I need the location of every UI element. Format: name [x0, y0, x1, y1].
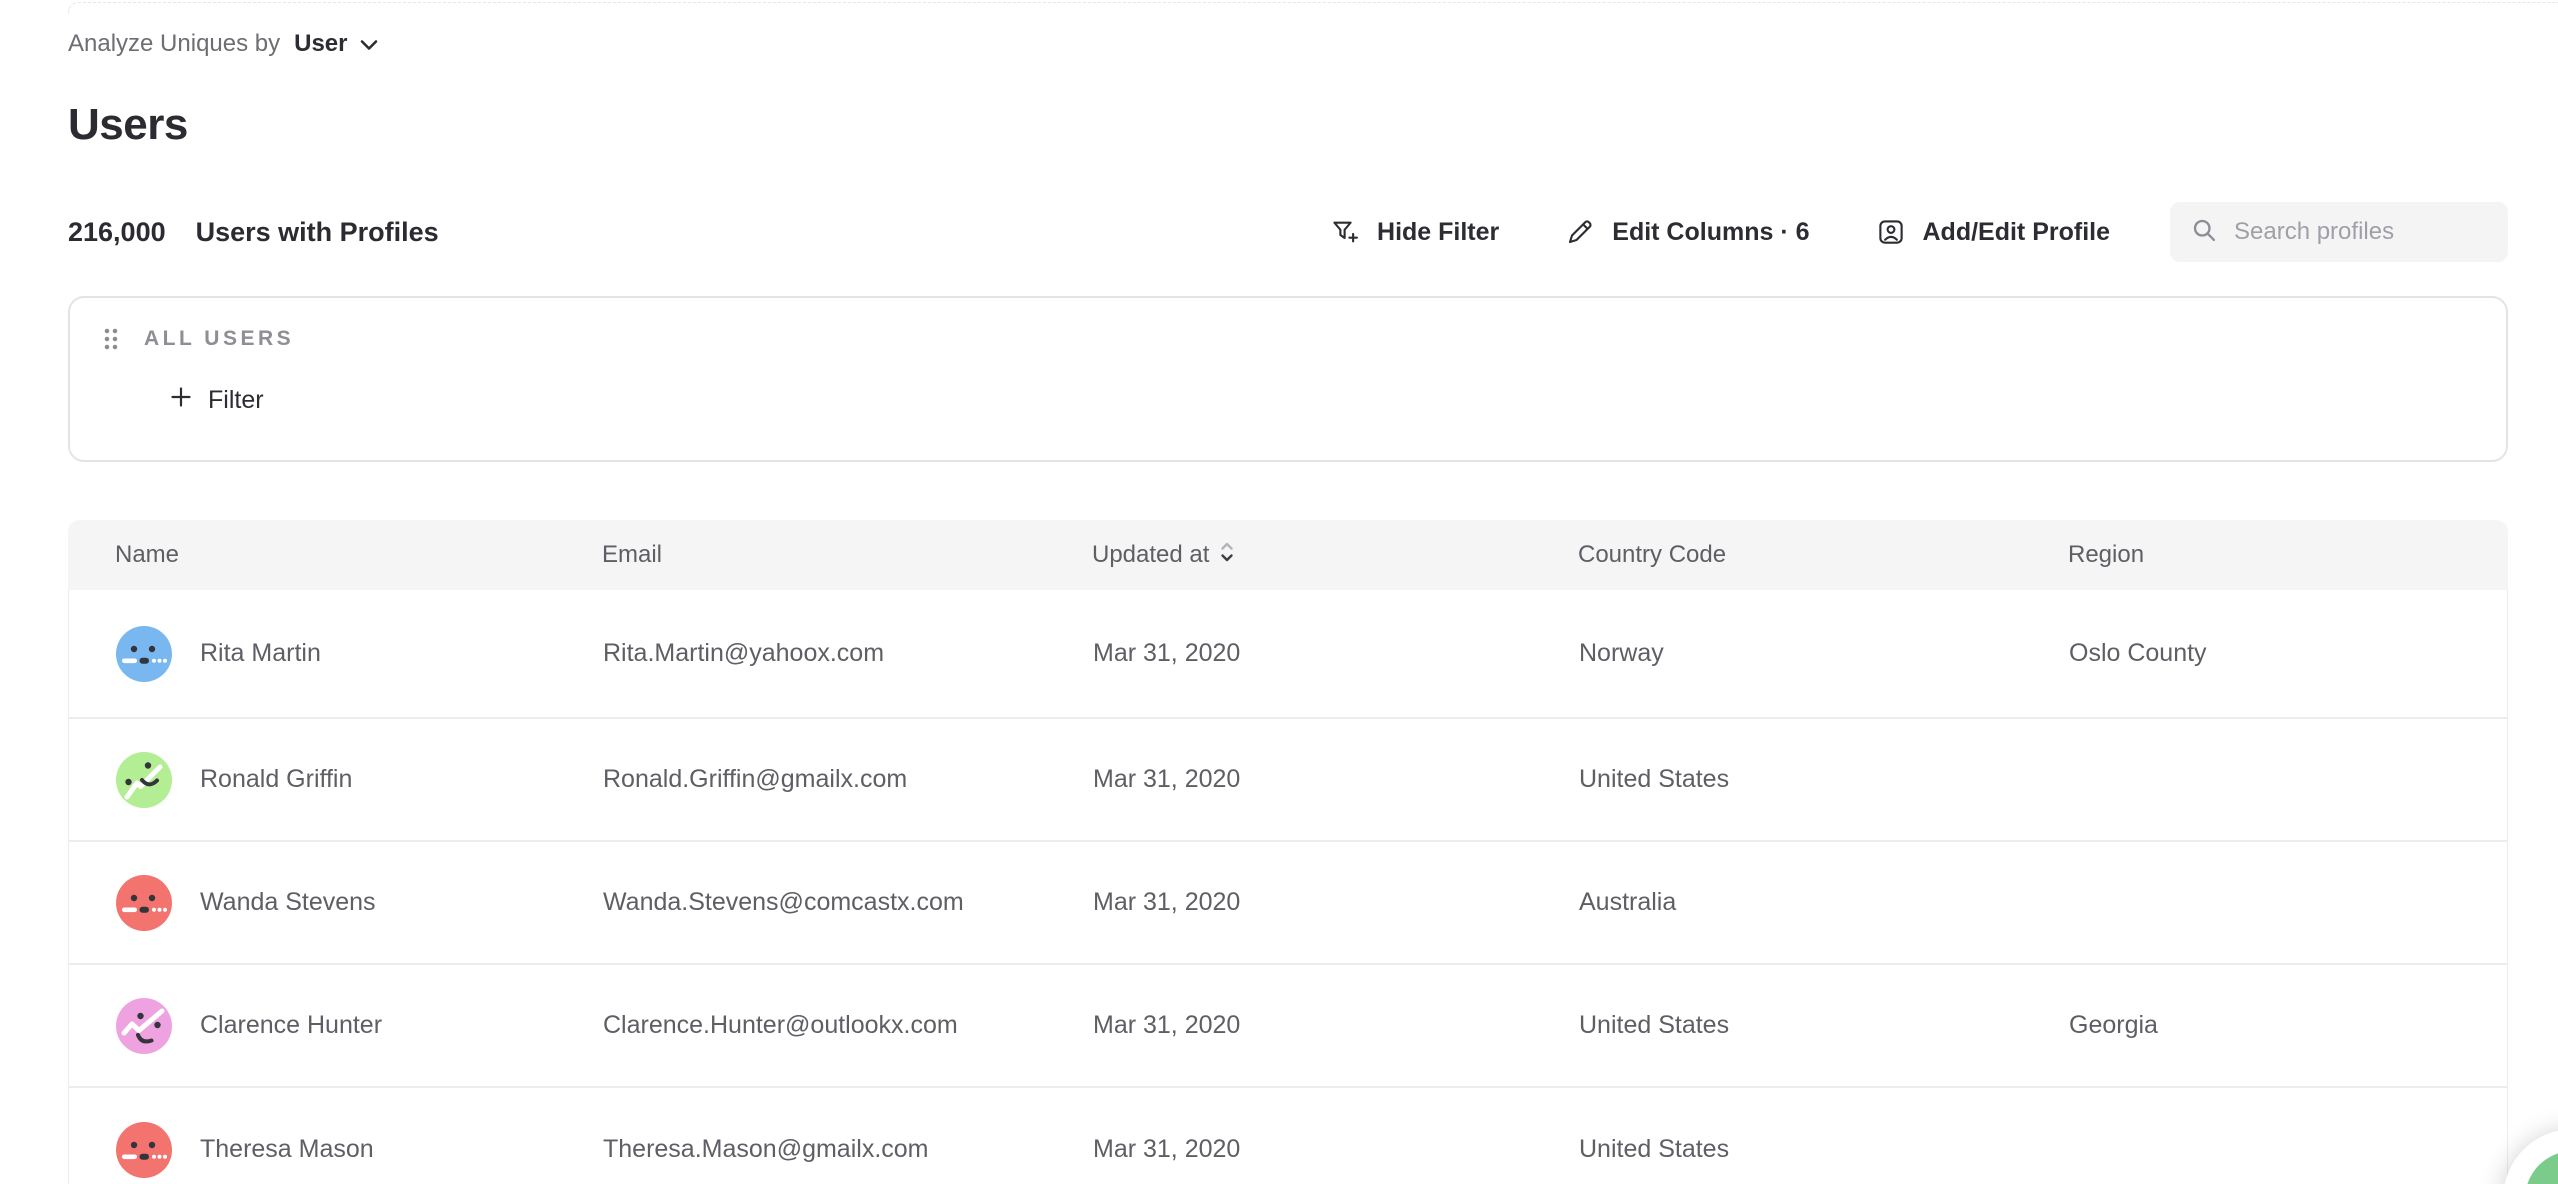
user-updated-at: Mar 31, 2020: [1093, 765, 1579, 794]
user-country-code: Norway: [1579, 639, 2069, 668]
plus-icon: [170, 386, 192, 415]
user-email: Rita.Martin@yahoox.com: [603, 639, 1093, 668]
user-updated-at: Mar 31, 2020: [1093, 888, 1579, 917]
toolbar: Hide Filter Edit Columns · 6: [1330, 202, 2508, 262]
user-name: Rita Martin: [200, 639, 321, 668]
edit-columns-button[interactable]: Edit Columns · 6: [1565, 217, 1809, 247]
user-name: Clarence Hunter: [200, 1011, 382, 1040]
column-header-country-code[interactable]: Country Code: [1578, 541, 2068, 569]
user-country-code: United States: [1579, 765, 2069, 794]
filter-group-label: ALL USERS: [144, 327, 294, 351]
user-country-code: United States: [1579, 1135, 2069, 1164]
drag-handle-icon[interactable]: [102, 326, 120, 352]
user-email: Theresa.Mason@gmailx.com: [603, 1135, 1093, 1164]
table-row[interactable]: Ronald Griffin Ronald.Griffin@gmailx.com…: [69, 719, 2507, 842]
profile-count-label: Users with Profiles: [196, 217, 439, 248]
add-edit-profile-button[interactable]: Add/Edit Profile: [1876, 217, 2111, 247]
user-avatar-zigzag-smile-icon: [116, 752, 172, 808]
top-divider: [68, 2, 2558, 14]
users-table: Name Email Updated at Country Code Regio…: [68, 520, 2508, 1184]
search-profiles-box[interactable]: [2170, 202, 2508, 262]
user-email: Clarence.Hunter@outlookx.com: [603, 1011, 1093, 1040]
column-header-region[interactable]: Region: [2068, 541, 2508, 569]
sort-icon: [1219, 540, 1235, 571]
user-email: Ronald.Griffin@gmailx.com: [603, 765, 1093, 794]
help-beacon-button[interactable]: [2503, 1129, 2558, 1184]
user-region: Oslo County: [2069, 639, 2507, 668]
stats-toolbar-row: 216,000 Users with Profiles Hide Filter: [68, 202, 2508, 262]
user-email: Wanda.Stevens@comcastx.com: [603, 888, 1093, 917]
search-profiles-input[interactable]: [2234, 218, 2544, 246]
table-row[interactable]: Wanda Stevens Wanda.Stevens@comcastx.com…: [69, 842, 2507, 965]
profile-count-value: 216,000: [68, 217, 166, 248]
name-cell: Theresa Mason: [116, 1122, 603, 1178]
user-region: Georgia: [2069, 1011, 2507, 1040]
name-cell: Rita Martin: [116, 626, 603, 682]
edit-columns-label: Edit Columns · 6: [1612, 218, 1809, 247]
user-avatar-neutral-face-icon: [116, 626, 172, 682]
add-edit-profile-label: Add/Edit Profile: [1923, 218, 2111, 247]
user-updated-at: Mar 31, 2020: [1093, 1135, 1579, 1164]
table-row[interactable]: Rita Martin Rita.Martin@yahoox.com Mar 3…: [69, 590, 2507, 719]
chevron-down-icon: [360, 30, 378, 58]
profile-count: 216,000 Users with Profiles: [68, 217, 439, 248]
name-cell: Clarence Hunter: [116, 998, 603, 1054]
users-page: Analyze Uniques by User Users 216,000 Us…: [0, 0, 2558, 1184]
table-header: Name Email Updated at Country Code Regio…: [68, 520, 2508, 590]
user-name: Theresa Mason: [200, 1135, 374, 1164]
analyze-uniques-label: Analyze Uniques by: [68, 30, 280, 58]
user-country-code: United States: [1579, 1011, 2069, 1040]
table-row[interactable]: Clarence Hunter Clarence.Hunter@outlookx…: [69, 965, 2507, 1088]
user-name: Ronald Griffin: [200, 765, 352, 794]
name-cell: Wanda Stevens: [116, 875, 603, 931]
column-header-name[interactable]: Name: [115, 541, 602, 569]
help-beacon-icon: [2525, 1151, 2558, 1184]
user-updated-at: Mar 31, 2020: [1093, 1011, 1579, 1040]
column-header-updated-at[interactable]: Updated at: [1092, 540, 1578, 571]
add-filter-button[interactable]: Filter: [170, 386, 264, 415]
user-country-code: Australia: [1579, 888, 2069, 917]
analyze-uniques-value: User: [294, 30, 347, 58]
user-avatar-neutral-face-icon: [116, 875, 172, 931]
analyze-uniques-dropdown[interactable]: User: [294, 30, 377, 58]
table-body: Rita Martin Rita.Martin@yahoox.com Mar 3…: [68, 590, 2508, 1184]
filter-group-row: ALL USERS: [102, 326, 2474, 352]
hide-filter-button[interactable]: Hide Filter: [1330, 217, 1499, 247]
profile-card-icon: [1876, 217, 1906, 247]
add-filter-label: Filter: [208, 386, 264, 415]
user-avatar-neutral-face-icon: [116, 1122, 172, 1178]
user-updated-at: Mar 31, 2020: [1093, 639, 1579, 668]
pencil-icon: [1565, 217, 1595, 247]
page-title: Users: [68, 100, 2508, 150]
hide-filter-label: Hide Filter: [1377, 218, 1499, 247]
table-row[interactable]: Theresa Mason Theresa.Mason@gmailx.com M…: [69, 1088, 2507, 1184]
user-name: Wanda Stevens: [200, 888, 376, 917]
filter-card: ALL USERS Filter: [68, 296, 2508, 462]
search-icon: [2190, 216, 2218, 249]
column-header-email[interactable]: Email: [602, 541, 1092, 569]
user-avatar-zigzag-smile-icon: [116, 998, 172, 1054]
funnel-plus-icon: [1330, 217, 1360, 247]
name-cell: Ronald Griffin: [116, 752, 603, 808]
